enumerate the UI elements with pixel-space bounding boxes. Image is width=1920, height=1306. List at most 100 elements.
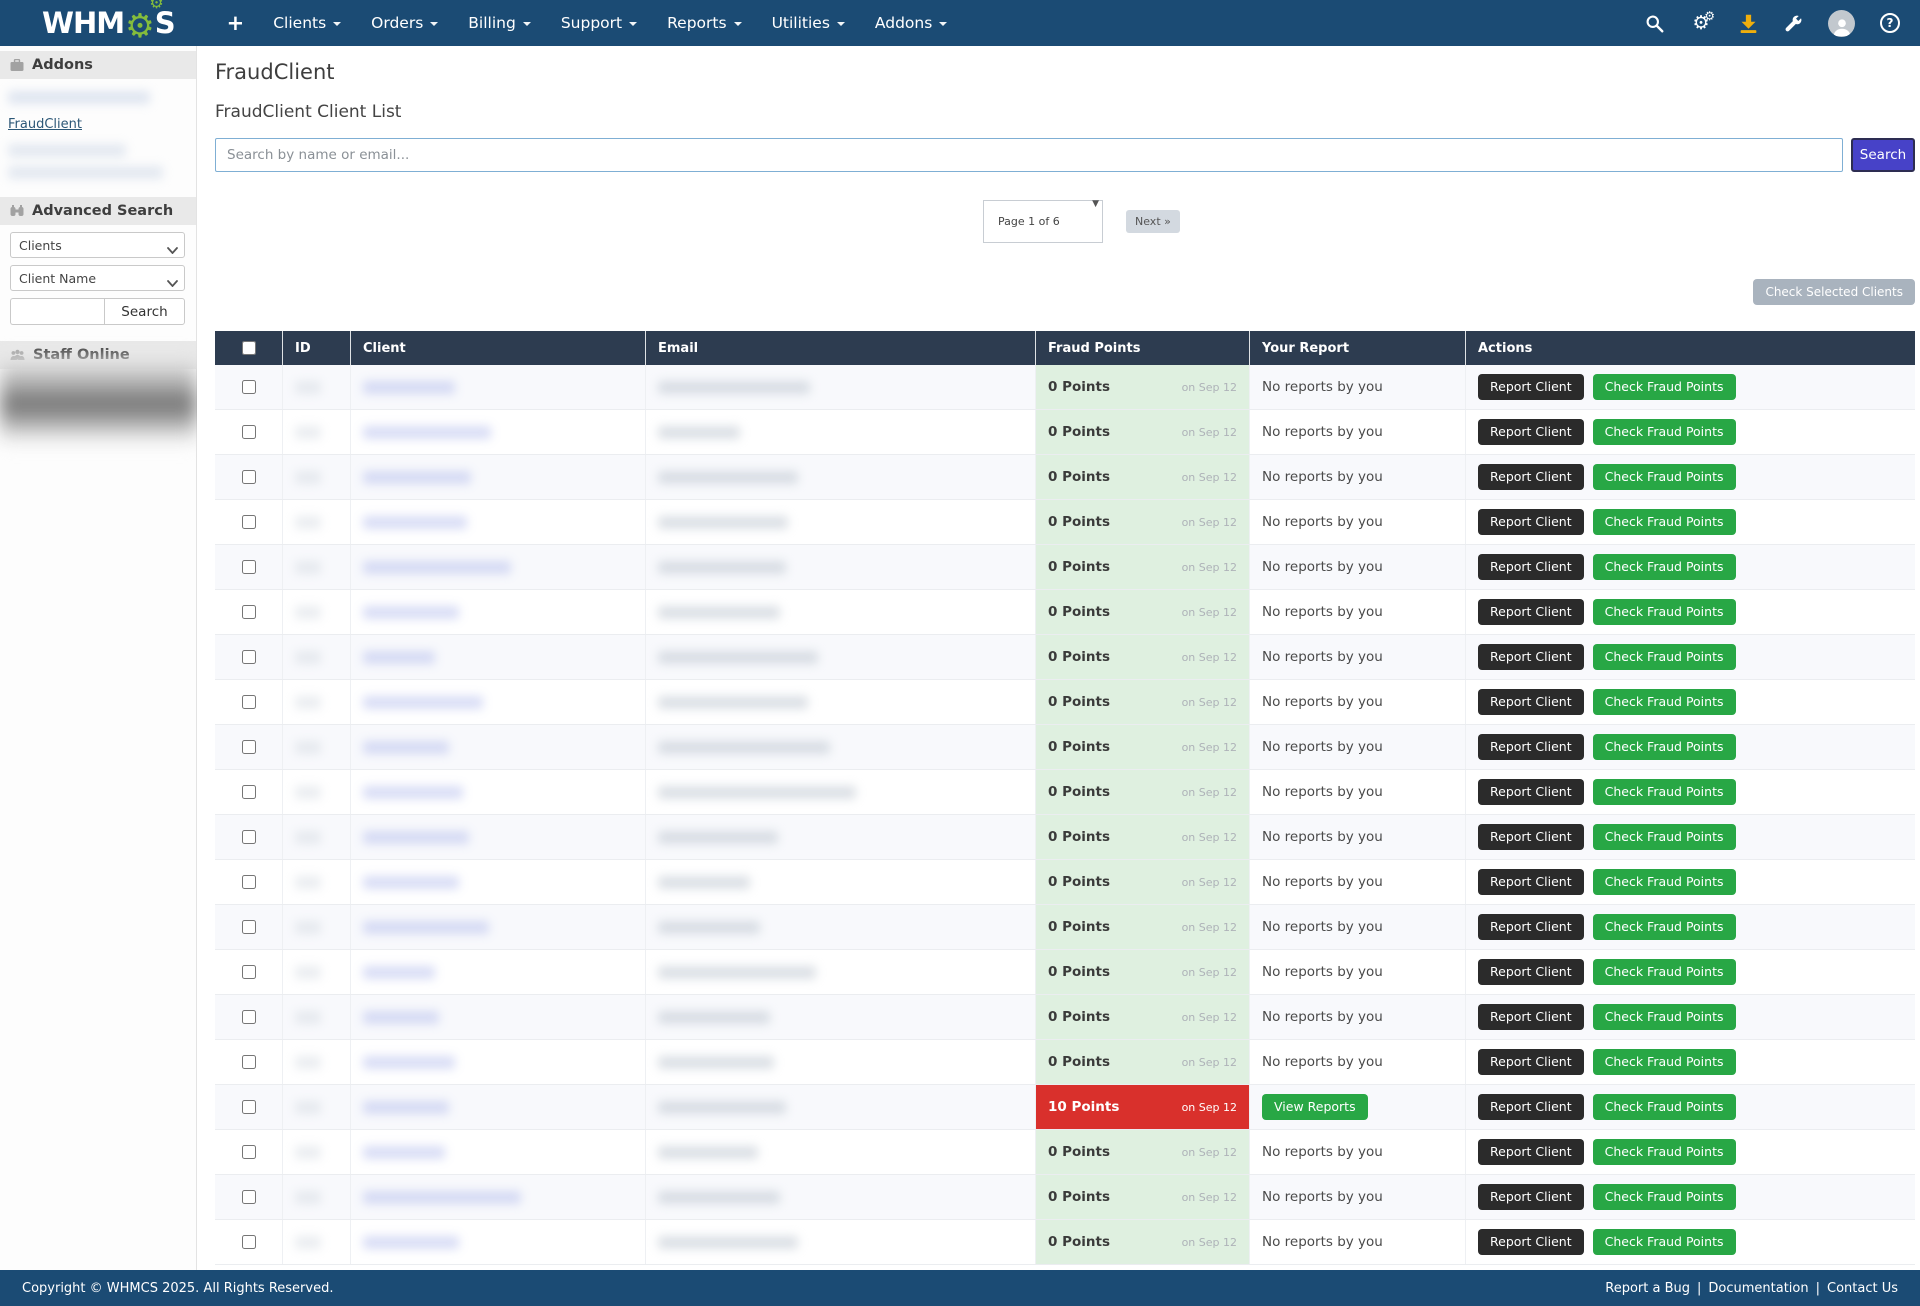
client-name-redacted[interactable] (363, 876, 459, 889)
report-client-button[interactable]: Report Client (1478, 554, 1584, 581)
check-fraud-points-button[interactable]: Check Fraud Points (1593, 1049, 1736, 1076)
sidebar-addon-redacted[interactable] (8, 91, 150, 104)
report-client-button[interactable]: Report Client (1478, 599, 1584, 626)
wrench-icon[interactable] (1784, 14, 1803, 33)
check-fraud-points-button[interactable]: Check Fraud Points (1593, 464, 1736, 491)
client-name-redacted[interactable] (363, 921, 489, 934)
client-name-redacted[interactable] (363, 516, 467, 529)
sidebar-addon-redacted[interactable] (8, 144, 126, 157)
nav-menu-support[interactable]: Support (546, 0, 652, 46)
report-client-button[interactable]: Report Client (1478, 1139, 1584, 1166)
client-name-redacted[interactable] (363, 471, 471, 484)
report-client-button[interactable]: Report Client (1478, 1004, 1584, 1031)
report-a-bug-link[interactable]: Report a Bug (1605, 1281, 1690, 1296)
check-fraud-points-button[interactable]: Check Fraud Points (1593, 1184, 1736, 1211)
report-client-button[interactable]: Report Client (1478, 689, 1584, 716)
nav-menu-reports[interactable]: Reports (652, 0, 756, 46)
client-name-redacted[interactable] (363, 696, 483, 709)
row-checkbox[interactable] (242, 875, 256, 889)
sidebar-link-fraudclient[interactable]: FraudClient (8, 117, 82, 132)
advanced-search-button[interactable]: Search (104, 298, 185, 325)
row-checkbox[interactable] (242, 1145, 256, 1159)
check-fraud-points-button[interactable]: Check Fraud Points (1593, 419, 1736, 446)
report-client-button[interactable]: Report Client (1478, 1094, 1584, 1121)
row-checkbox[interactable] (242, 1100, 256, 1114)
row-checkbox[interactable] (242, 965, 256, 979)
page-selector[interactable]: Page 1 of 6 ▼ (983, 200, 1103, 243)
advanced-search-input[interactable] (10, 298, 104, 325)
check-fraud-points-button[interactable]: Check Fraud Points (1593, 1139, 1736, 1166)
sidebar-addon-redacted[interactable] (8, 166, 163, 179)
row-checkbox[interactable] (242, 740, 256, 754)
row-checkbox[interactable] (242, 470, 256, 484)
client-name-redacted[interactable] (363, 786, 463, 799)
row-checkbox[interactable] (242, 785, 256, 799)
row-checkbox[interactable] (242, 605, 256, 619)
client-name-redacted[interactable] (363, 1236, 459, 1249)
check-fraud-points-button[interactable]: Check Fraud Points (1593, 374, 1736, 401)
view-reports-button[interactable]: View Reports (1262, 1094, 1368, 1121)
report-client-button[interactable]: Report Client (1478, 734, 1584, 761)
client-name-redacted[interactable] (363, 1101, 449, 1114)
report-client-button[interactable]: Report Client (1478, 779, 1584, 806)
client-name-redacted[interactable] (363, 606, 459, 619)
user-avatar[interactable] (1828, 10, 1855, 37)
report-client-button[interactable]: Report Client (1478, 869, 1584, 896)
check-fraud-points-button[interactable]: Check Fraud Points (1593, 914, 1736, 941)
check-fraud-points-button[interactable]: Check Fraud Points (1593, 689, 1736, 716)
check-fraud-points-button[interactable]: Check Fraud Points (1593, 959, 1736, 986)
download-updates-icon[interactable] (1738, 13, 1759, 34)
row-checkbox[interactable] (242, 650, 256, 664)
client-name-redacted[interactable] (363, 426, 491, 439)
row-checkbox[interactable] (242, 920, 256, 934)
report-client-button[interactable]: Report Client (1478, 374, 1584, 401)
report-client-button[interactable]: Report Client (1478, 644, 1584, 671)
report-client-button[interactable]: Report Client (1478, 959, 1584, 986)
client-name-redacted[interactable] (363, 1191, 521, 1204)
row-checkbox[interactable] (242, 1055, 256, 1069)
client-name-redacted[interactable] (363, 831, 469, 844)
row-checkbox[interactable] (242, 515, 256, 529)
contact-us-link[interactable]: Contact Us (1827, 1281, 1898, 1296)
nav-menu-billing[interactable]: Billing (453, 0, 546, 46)
client-name-redacted[interactable] (363, 966, 435, 979)
check-fraud-points-button[interactable]: Check Fraud Points (1593, 734, 1736, 761)
check-fraud-points-button[interactable]: Check Fraud Points (1593, 554, 1736, 581)
client-name-redacted[interactable] (363, 741, 449, 754)
help-icon[interactable]: ? (1880, 13, 1900, 33)
search-field-select[interactable]: Client Name (10, 265, 185, 291)
client-name-redacted[interactable] (363, 561, 511, 574)
client-search-input[interactable] (215, 138, 1843, 172)
row-checkbox[interactable] (242, 1235, 256, 1249)
row-checkbox[interactable] (242, 830, 256, 844)
addon-modules-icon[interactable]: ⚙⚙ (1689, 12, 1713, 34)
select-all-checkbox[interactable] (242, 341, 256, 355)
search-icon[interactable] (1645, 14, 1664, 33)
report-client-button[interactable]: Report Client (1478, 464, 1584, 491)
report-client-button[interactable]: Report Client (1478, 914, 1584, 941)
row-checkbox[interactable] (242, 425, 256, 439)
check-fraud-points-button[interactable]: Check Fraud Points (1593, 644, 1736, 671)
row-checkbox[interactable] (242, 1010, 256, 1024)
client-name-redacted[interactable] (363, 651, 435, 664)
row-checkbox[interactable] (242, 695, 256, 709)
report-client-button[interactable]: Report Client (1478, 419, 1584, 446)
report-client-button[interactable]: Report Client (1478, 1049, 1584, 1076)
row-checkbox[interactable] (242, 1190, 256, 1204)
check-fraud-points-button[interactable]: Check Fraud Points (1593, 869, 1736, 896)
documentation-link[interactable]: Documentation (1708, 1281, 1808, 1296)
check-selected-clients-button[interactable]: Check Selected Clients (1753, 279, 1915, 305)
check-fraud-points-button[interactable]: Check Fraud Points (1593, 1094, 1736, 1121)
check-fraud-points-button[interactable]: Check Fraud Points (1593, 1229, 1736, 1256)
whmcs-logo[interactable]: WHM⚙⚙S (42, 6, 175, 40)
nav-menu-addons[interactable]: Addons (860, 0, 962, 46)
row-checkbox[interactable] (242, 560, 256, 574)
nav-menu-orders[interactable]: Orders (356, 0, 453, 46)
report-client-button[interactable]: Report Client (1478, 824, 1584, 851)
check-fraud-points-button[interactable]: Check Fraud Points (1593, 599, 1736, 626)
report-client-button[interactable]: Report Client (1478, 509, 1584, 536)
next-page-button[interactable]: Next » (1126, 210, 1180, 233)
report-client-button[interactable]: Report Client (1478, 1184, 1584, 1211)
check-fraud-points-button[interactable]: Check Fraud Points (1593, 779, 1736, 806)
check-fraud-points-button[interactable]: Check Fraud Points (1593, 1004, 1736, 1031)
